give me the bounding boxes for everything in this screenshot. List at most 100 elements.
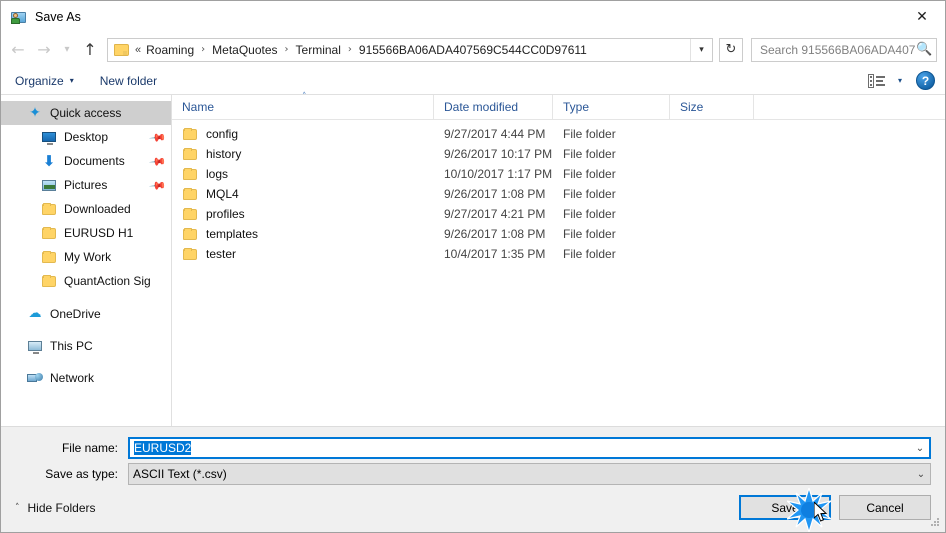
file-name-row: File name: EURUSD2 ⌄ — [15, 437, 931, 459]
save-form: File name: EURUSD2 ⌄ Save as type: ASCII… — [1, 426, 945, 489]
search-input[interactable]: Search 915566BA06ADA40756... — [760, 43, 916, 57]
breadcrumb-separator-icon[interactable]: › — [196, 44, 210, 55]
breadcrumb-overflow-icon[interactable]: « — [135, 44, 144, 56]
column-header-date-modified[interactable]: Date modified — [434, 94, 553, 120]
sidebar-item-label: Quick access — [50, 106, 122, 120]
column-label: Date modified — [444, 100, 519, 114]
file-date: 10/4/2017 1:35 PM — [444, 247, 546, 261]
dialog-body: ✦ Quick access Desktop 📌 ⬇ Documents 📌 P… — [1, 92, 945, 426]
sidebar-item-label: Network — [50, 371, 95, 385]
table-row[interactable]: config 9/27/2017 4:44 PM File folder — [172, 124, 945, 144]
file-date: 9/26/2017 1:08 PM — [444, 227, 546, 241]
table-row[interactable]: MQL4 9/26/2017 1:08 PM File folder — [172, 184, 945, 204]
file-date: 9/26/2017 10:17 PM — [444, 147, 553, 161]
column-header-size[interactable]: Size — [670, 94, 754, 120]
sidebar-item-this-pc[interactable]: This PC — [1, 334, 171, 358]
file-name-input[interactable]: EURUSD2 ⌄ — [128, 437, 931, 459]
table-row[interactable]: history 9/26/2017 10:17 PM File folder — [172, 144, 945, 164]
sidebar-item-desktop[interactable]: Desktop 📌 — [1, 125, 171, 149]
sidebar-item-quick-access[interactable]: ✦ Quick access — [1, 101, 171, 125]
file-name: tester — [206, 247, 237, 261]
search-icon: 🔍 — [916, 42, 933, 57]
breadcrumb-item-guid[interactable]: 915566BA06ADA407569C544CC0D97611 — [357, 43, 589, 57]
breadcrumb-separator-icon[interactable]: › — [280, 44, 294, 55]
breadcrumb-item-roaming[interactable]: Roaming — [144, 43, 196, 57]
column-header-name[interactable]: ˄ Name — [172, 92, 434, 120]
pin-icon — [152, 109, 161, 117]
folder-icon — [182, 206, 198, 222]
sidebar-item-my-work[interactable]: My Work — [1, 245, 171, 269]
sidebar-item-label: This PC — [50, 339, 93, 353]
file-name: templates — [206, 227, 259, 241]
refresh-icon[interactable]: ↻ — [719, 37, 743, 62]
folder-icon — [41, 201, 57, 217]
sidebar-item-pictures[interactable]: Pictures 📌 — [1, 173, 171, 197]
save-button[interactable]: Save — [739, 495, 831, 520]
sidebar-item-label: My Work — [64, 250, 112, 264]
sidebar-item-label: EURUSD H1 — [64, 226, 134, 240]
file-list: ˄ Name Date modified Type Size config 9/… — [172, 92, 945, 426]
hide-folders-label: Hide Folders — [27, 500, 96, 515]
save-as-icon — [11, 9, 27, 25]
help-label: ? — [921, 73, 930, 88]
folder-icon — [182, 226, 198, 242]
sidebar-item-label: Documents — [64, 154, 125, 168]
breadcrumb-item-terminal[interactable]: Terminal — [294, 43, 343, 57]
sidebar-item-label: Downloaded — [64, 202, 131, 216]
view-options-button[interactable]: ▾ — [867, 73, 902, 88]
table-row[interactable]: profiles 9/27/2017 4:21 PM File folder — [172, 204, 945, 224]
close-icon[interactable]: ✕ — [899, 1, 945, 32]
file-type: File folder — [563, 227, 616, 241]
save-as-type-select[interactable]: ASCII Text (*.csv) ⌄ — [128, 463, 931, 485]
up-arrow-icon[interactable]: ↑ — [77, 37, 103, 63]
sidebar-item-onedrive[interactable]: ☁ OneDrive — [1, 302, 171, 326]
file-name: config — [206, 127, 239, 141]
file-date: 10/10/2017 1:17 PM — [444, 167, 553, 181]
save-as-type-row: Save as type: ASCII Text (*.csv) ⌄ — [15, 463, 931, 485]
file-type: File folder — [563, 167, 616, 181]
forward-arrow-icon[interactable]: → — [31, 37, 57, 63]
column-label: Name — [182, 100, 215, 114]
breadcrumb-separator-icon[interactable]: › — [343, 44, 357, 55]
search-box[interactable]: Search 915566BA06ADA40756... 🔍 — [751, 37, 937, 62]
file-type: File folder — [563, 127, 616, 141]
sidebar-item-network[interactable]: Network — [1, 366, 171, 390]
sidebar-item-downloaded[interactable]: Downloaded — [1, 197, 171, 221]
dialog-footer: ˄ Hide Folders Save Cancel — [1, 489, 945, 532]
recent-locations-chevron-down-icon[interactable]: ▾ — [57, 37, 77, 63]
file-date: 9/26/2017 1:08 PM — [444, 187, 546, 201]
address-chevron-down-icon[interactable]: ▾ — [690, 38, 712, 61]
file-name-value: EURUSD2 — [134, 441, 192, 455]
chevron-down-icon[interactable]: ⌄ — [912, 469, 930, 480]
resize-grip-icon[interactable] — [930, 517, 941, 528]
breadcrumb-item-metaquotes[interactable]: MetaQuotes — [210, 43, 279, 57]
help-icon[interactable]: ? — [916, 71, 935, 90]
table-row[interactable]: templates 9/26/2017 1:08 PM File folder — [172, 224, 945, 244]
save-as-type-value: ASCII Text (*.csv) — [133, 467, 227, 481]
back-arrow-icon[interactable]: ← — [5, 37, 31, 63]
sidebar-item-documents[interactable]: ⬇ Documents 📌 — [1, 149, 171, 173]
hide-folders-button[interactable]: ˄ Hide Folders — [15, 501, 96, 515]
file-rows: config 9/27/2017 4:44 PM File folder his… — [172, 120, 945, 426]
new-folder-button[interactable]: New folder — [100, 74, 157, 88]
this-pc-icon — [27, 338, 43, 354]
sidebar-item-quantaction-signal[interactable]: QuantAction Signal — [1, 269, 171, 293]
sidebar-item-eurusd-h1[interactable]: EURUSD H1 — [1, 221, 171, 245]
folder-icon — [182, 146, 198, 162]
file-date: 9/27/2017 4:44 PM — [444, 127, 546, 141]
window-title: Save As — [35, 9, 81, 24]
file-type: File folder — [563, 207, 616, 221]
save-as-type-label: Save as type: — [45, 467, 118, 481]
chevron-down-icon[interactable]: ⌄ — [911, 443, 929, 454]
table-row[interactable]: tester 10/4/2017 1:35 PM File folder — [172, 244, 945, 264]
column-header-type[interactable]: Type — [553, 94, 670, 120]
folder-icon — [41, 225, 57, 241]
address-bar[interactable]: « Roaming › MetaQuotes › Terminal › 9155… — [107, 37, 713, 62]
cancel-button[interactable]: Cancel — [839, 495, 931, 520]
table-row[interactable]: logs 10/10/2017 1:17 PM File folder — [172, 164, 945, 184]
folder-icon — [41, 249, 57, 265]
organize-button[interactable]: Organize ▾ — [15, 74, 74, 88]
